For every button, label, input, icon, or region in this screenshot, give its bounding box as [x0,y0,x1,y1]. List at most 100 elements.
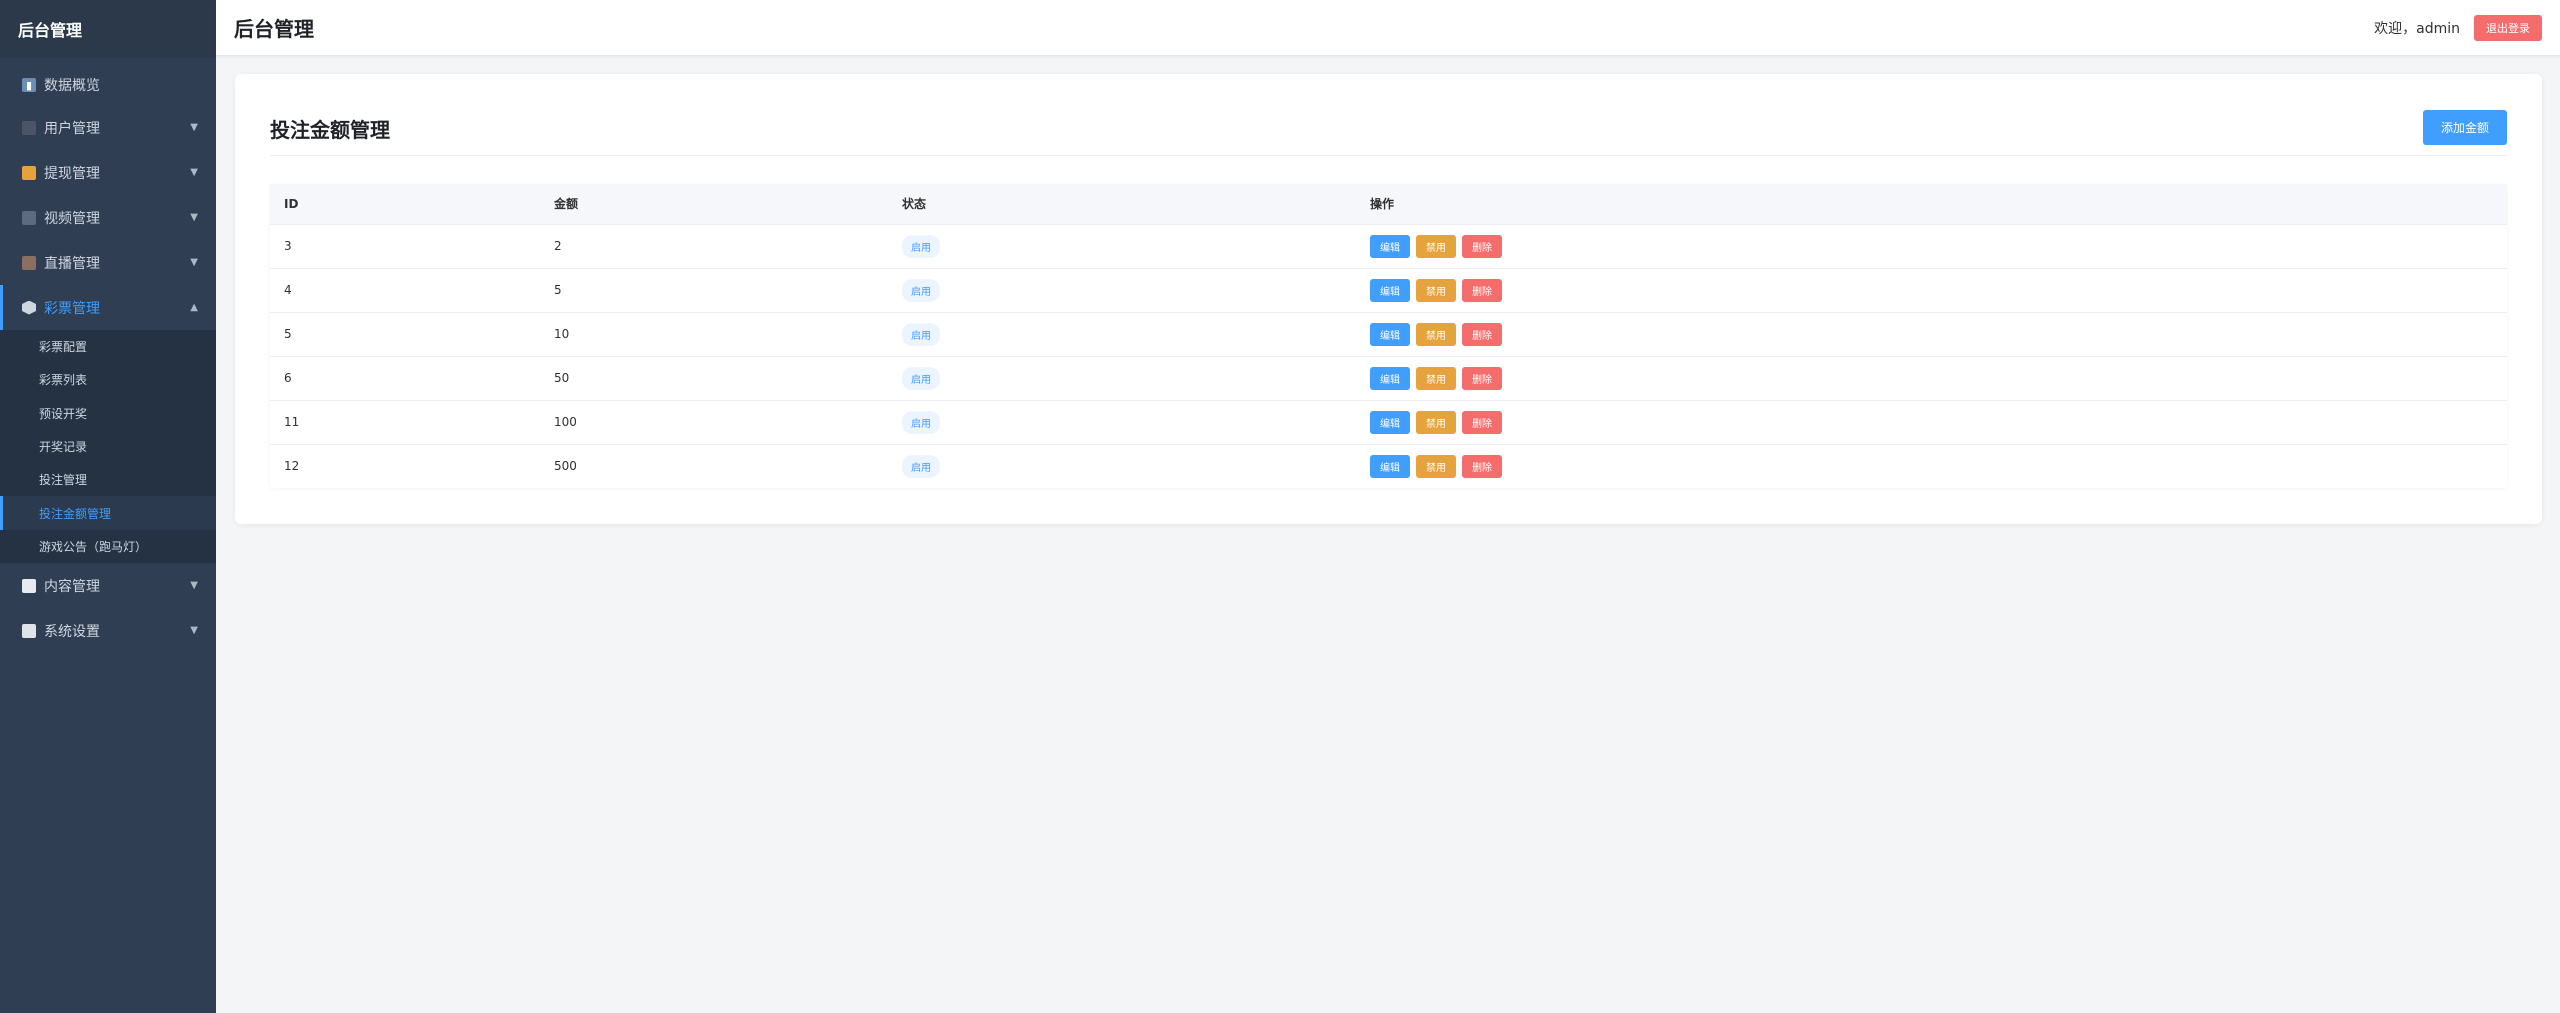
caret-down-icon: ▼ [190,625,198,637]
sidebar-menu: ▮ 数据概览 用户管理 ▼ 提现管理 ▼ 视频管理 ▼ 直播管理 ▼ 彩票管理 … [0,65,216,653]
edit-button[interactable]: 编辑 [1370,366,1410,390]
video-icon [22,210,36,225]
cell-amount: 2 [554,239,562,253]
cell-id: 5 [284,327,292,341]
disable-button[interactable]: 禁用 [1416,278,1456,302]
edit-button[interactable]: 编辑 [1370,454,1410,478]
table-row: 11 100 启用 编辑 禁用 删除 [270,400,2507,444]
sidebar-item-withdraw[interactable]: 提现管理 ▼ [0,150,216,195]
caret-down-icon: ▼ [190,122,198,133]
caret-down-icon: ▼ [190,257,198,268]
table-row: 6 50 启用 编辑 禁用 删除 [270,356,2507,400]
disable-button[interactable]: 禁用 [1416,366,1456,390]
status-badge: 启用 [902,234,940,258]
cell-status: 启用 [888,312,1356,356]
column-header-status: 状态 [902,197,927,212]
card-header: 投注金额管理 添加金额 [270,74,2507,156]
disable-button[interactable]: 禁用 [1416,454,1456,478]
logout-button[interactable]: 退出登录 [2474,14,2542,41]
cell-id: 12 [284,459,300,474]
caret-up-icon: ▲ [190,302,198,313]
column-header-id: ID [284,196,299,211]
welcome-text: 欢迎，admin [2374,20,2460,37]
sidebar-item-label: 彩票管理 [44,300,100,317]
cell-id: 11 [284,415,300,429]
add-amount-button[interactable]: 添加金额 [2422,110,2507,145]
sidebar-item-label: 视频管理 [44,210,100,227]
sidebar-item-label: 内容管理 [44,578,100,595]
submenu-item-preset-draw[interactable]: 预设开奖 [0,397,216,430]
delete-button[interactable]: 删除 [1462,322,1502,346]
gear-icon [22,623,36,638]
page-title: 投注金额管理 [270,118,390,142]
user-icon [22,120,36,135]
delete-button[interactable]: 删除 [1462,410,1502,434]
cell-amount: 5 [554,283,562,297]
cell-actions: 编辑 禁用 删除 [1356,400,2507,444]
document-icon [22,578,36,593]
sidebar-item-label: 直播管理 [44,255,100,272]
cell-status: 启用 [888,444,1356,488]
sidebar-item-settings[interactable]: 系统设置 ▼ [0,608,216,653]
table-row: 3 2 启用 编辑 禁用 删除 [270,224,2507,268]
edit-button[interactable]: 编辑 [1370,234,1410,258]
disable-button[interactable]: 禁用 [1416,322,1456,346]
main-card: 投注金额管理 添加金额 ID 金额 状态 操作 3 2 启用 编辑禁用删除 [235,74,2542,524]
sidebar-item-dashboard[interactable]: ▮ 数据概览 [0,65,216,105]
edit-button[interactable]: 编辑 [1370,322,1410,346]
sidebar-item-lottery[interactable]: 彩票管理 ▲ [0,285,216,330]
sidebar-item-label: 提现管理 [44,165,100,182]
column-header-amount: 金额 [554,197,579,212]
cell-actions: 编辑 禁用 删除 [1356,356,2507,400]
submenu-item-bet-amount[interactable]: 投注金额管理 [0,496,216,531]
header-user-area: 欢迎，admin 退出登录 [2374,14,2542,41]
table-row: 5 10 启用 编辑 禁用 删除 [270,312,2507,356]
cell-amount: 50 [554,371,570,385]
delete-button[interactable]: 删除 [1462,366,1502,390]
cell-status: 启用 [888,224,1356,268]
table-row: 4 5 启用 编辑 禁用 删除 [270,268,2507,312]
status-badge: 启用 [902,322,940,346]
sidebar-item-content[interactable]: 内容管理 ▼ [0,563,216,608]
sidebar-item-label: 用户管理 [44,120,100,137]
sidebar-item-label: 系统设置 [44,623,100,640]
edit-button[interactable]: 编辑 [1370,410,1410,434]
delete-button[interactable]: 删除 [1462,454,1502,478]
submenu-item-bet-management[interactable]: 投注管理 [0,463,216,496]
lottery-submenu: 彩票配置 彩票列表 预设开奖 开奖记录 投注管理 投注金额管理 游戏公告（跑马灯… [0,330,216,564]
sidebar-item-users[interactable]: 用户管理 ▼ [0,105,216,150]
delete-button[interactable]: 删除 [1462,278,1502,302]
disable-button[interactable]: 禁用 [1416,234,1456,258]
submenu-item-lottery-config[interactable]: 彩票配置 [0,330,216,363]
status-badge: 启用 [902,454,940,478]
cube-icon [22,300,36,315]
cell-id: 3 [284,239,292,253]
tv-icon [22,255,36,270]
submenu-item-draw-records[interactable]: 开奖记录 [0,430,216,463]
chart-icon: ▮ [22,78,36,92]
cell-id: 4 [284,283,292,297]
money-bag-icon [22,165,36,180]
status-badge: 启用 [902,278,940,302]
amount-table: ID 金额 状态 操作 3 2 启用 编辑 禁用 删除 4 5 启用 编辑 禁用… [270,184,2507,488]
cell-actions: 编辑 禁用 删除 [1356,312,2507,356]
submenu-item-lottery-list[interactable]: 彩票列表 [0,363,216,396]
cell-status: 启用 [888,400,1356,444]
cell-status: 启用 [888,268,1356,312]
status-badge: 启用 [902,366,940,390]
cell-amount: 10 [554,327,570,341]
cell-id: 6 [284,371,292,385]
disable-button[interactable]: 禁用 [1416,410,1456,434]
delete-button[interactable]: 删除 [1462,234,1502,258]
amount-table-wrapper: ID 金额 状态 操作 3 2 启用 编辑 禁用 删除 4 5 启用 编辑 禁用… [270,184,2507,488]
caret-down-icon: ▼ [190,167,198,178]
status-badge: 启用 [902,410,940,434]
edit-button[interactable]: 编辑 [1370,278,1410,302]
cell-actions: 编辑 禁用 删除 [1356,444,2507,488]
sidebar-item-live[interactable]: 直播管理 ▼ [0,240,216,285]
cell-amount: 100 [554,415,577,429]
header-title: 后台管理 [234,17,314,41]
submenu-item-game-notice[interactable]: 游戏公告（跑马灯） [0,530,216,563]
cell-actions: 编辑 禁用 删除 [1356,224,2507,268]
sidebar-item-video[interactable]: 视频管理 ▼ [0,195,216,240]
